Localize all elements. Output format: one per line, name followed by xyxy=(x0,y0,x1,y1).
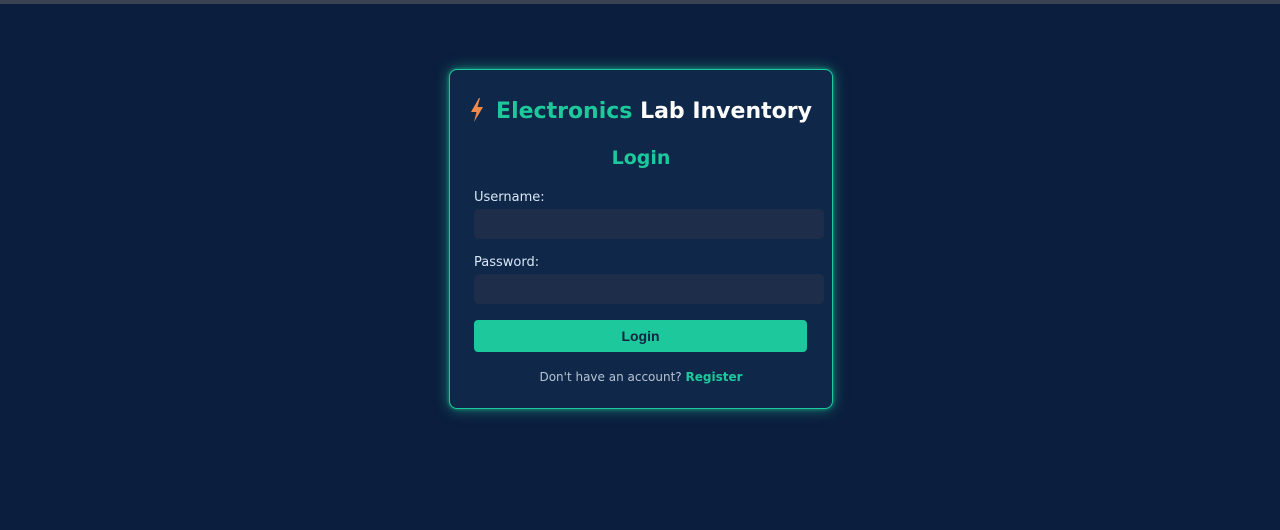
app-title-rest: Lab Inventory xyxy=(632,99,812,124)
register-prompt: Don't have an account? Register xyxy=(450,370,832,384)
form-heading: Login xyxy=(611,147,671,169)
browser-top-bar xyxy=(0,0,1280,4)
lightning-bolt-icon xyxy=(471,98,484,122)
username-input[interactable] xyxy=(474,209,824,239)
password-label: Password: xyxy=(474,255,540,270)
register-prompt-text: Don't have an account? xyxy=(539,370,682,384)
app-title: Electronics Lab Inventory xyxy=(450,98,832,124)
login-button[interactable]: Login xyxy=(474,320,807,352)
register-link[interactable]: Register xyxy=(686,370,743,384)
login-card: Electronics Lab Inventory Login Username… xyxy=(449,69,833,409)
password-input[interactable] xyxy=(474,274,824,304)
username-label: Username: xyxy=(474,190,545,205)
app-title-brand: Electronics xyxy=(496,99,633,124)
